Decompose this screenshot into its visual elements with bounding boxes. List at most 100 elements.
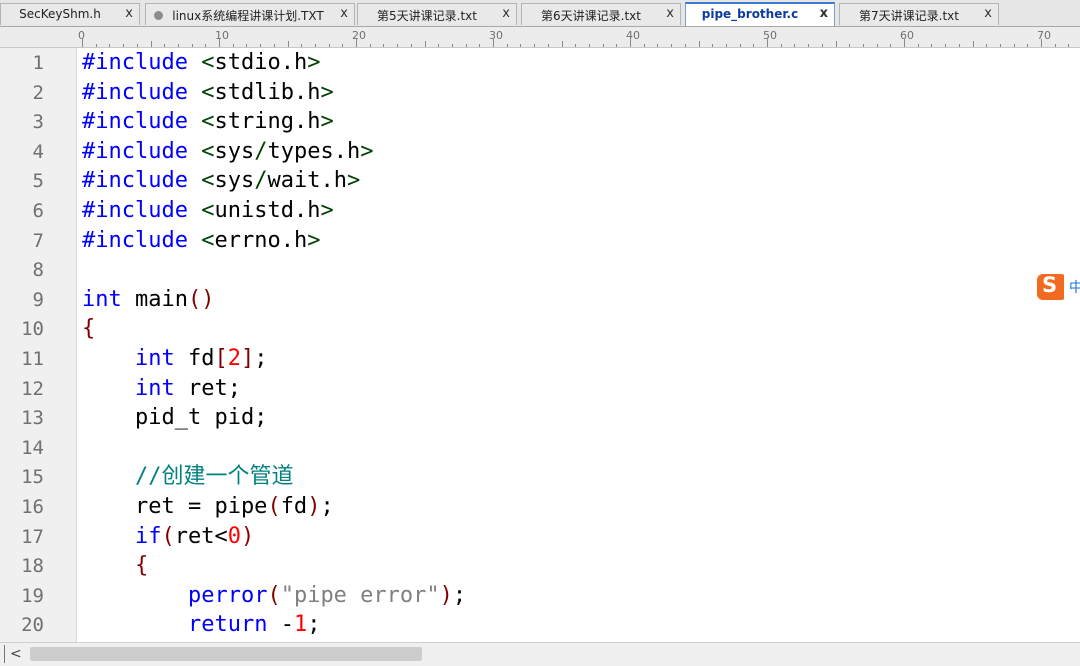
code-line[interactable]: #include <sys/types.h> xyxy=(82,137,373,167)
ruler-label: 40 xyxy=(626,29,640,42)
code-token: #include xyxy=(82,138,202,164)
code-editor[interactable]: #include <stdio.h> #include <stdlib.h> #in… xyxy=(82,48,1080,642)
code-token: pid_t pid; xyxy=(82,405,268,431)
tab-4[interactable]: pipe_brother.c x xyxy=(685,2,835,26)
ruler-tick xyxy=(684,44,686,47)
tab-0[interactable]: SecKeyShm.h x xyxy=(0,3,140,25)
code-line[interactable]: ret = pipe(fd); xyxy=(82,492,334,522)
tab-1[interactable]: linux系统编程讲课计划.TXT x xyxy=(145,3,355,25)
code-token: #include xyxy=(82,79,202,105)
scroll-left-arrow-icon[interactable]: < xyxy=(10,646,22,662)
tab-label: 第7天讲课记录.txt xyxy=(859,9,959,23)
code-token: < xyxy=(201,138,215,164)
code-line[interactable]: #include <sys/wait.h> xyxy=(82,166,360,196)
ruler-tick xyxy=(945,44,947,47)
close-tab-icon[interactable]: x xyxy=(340,6,348,21)
code-token: int xyxy=(82,286,122,312)
tab-label: 第5天讲课记录.txt xyxy=(377,9,477,23)
code-line[interactable]: #include <string.h> xyxy=(82,107,334,137)
code-line[interactable]: if(ret<0) xyxy=(82,522,254,552)
line-number: 18 xyxy=(21,555,44,578)
tab-bar: SecKeyShm.h x linux系统编程讲课计划.TXT x 第5天讲课记录.tx… xyxy=(0,0,1080,27)
ruler-tick xyxy=(191,44,193,47)
ruler-tick xyxy=(698,41,700,47)
code-line[interactable]: { xyxy=(82,551,148,581)
line-number: 13 xyxy=(21,407,44,430)
code-token: { xyxy=(134,553,149,579)
code-line[interactable]: #include <stdlib.h> xyxy=(82,78,334,108)
line-number: 19 xyxy=(21,584,44,607)
ruler-tick xyxy=(1013,44,1015,47)
close-tab-icon[interactable]: x xyxy=(666,6,674,21)
line-number: 9 xyxy=(32,288,44,311)
ruler-tick xyxy=(876,44,878,47)
ruler-tick xyxy=(109,44,111,47)
close-tab-icon[interactable]: x xyxy=(125,6,133,21)
tab-3[interactable]: 第6天讲课记录.txt x xyxy=(521,3,681,25)
code-token: . xyxy=(280,227,294,253)
code-line[interactable]: int main() xyxy=(82,285,214,315)
code-line[interactable]: pid_t pid; xyxy=(82,403,267,433)
code-line[interactable]: int fd[2]; xyxy=(82,344,268,374)
ruler-label: 60 xyxy=(900,29,914,42)
ime-language-label: 中 xyxy=(1069,280,1080,296)
code-token: ; xyxy=(307,612,321,638)
code-token: ) xyxy=(439,582,453,608)
ruler-tick xyxy=(972,41,974,47)
code-token: h xyxy=(307,79,321,105)
line-number: 12 xyxy=(21,377,44,400)
ruler-tick xyxy=(397,44,399,47)
close-tab-icon[interactable]: x xyxy=(820,6,828,21)
ruler-label: 70 xyxy=(1037,29,1051,42)
code-token: ( xyxy=(267,494,281,519)
code-line[interactable]: perror("pipe error"); xyxy=(82,581,466,611)
code-token: #include xyxy=(82,227,202,253)
tab-2[interactable]: 第5天讲课记录.txt x xyxy=(357,3,517,25)
ruler-tick xyxy=(410,44,412,47)
line-number: 8 xyxy=(32,259,44,282)
code-line[interactable]: //创建一个管道 xyxy=(82,462,294,492)
code-token: wait xyxy=(267,168,321,194)
ruler-tick xyxy=(1027,44,1029,47)
ruler-tick xyxy=(835,41,837,47)
code-token: string xyxy=(214,109,294,135)
close-tab-icon[interactable]: x xyxy=(984,6,992,21)
code-token: ( xyxy=(267,582,281,608)
ruler-label: 10 xyxy=(215,29,229,42)
ime-indicator[interactable]: S 中 xyxy=(1035,272,1080,302)
code-line[interactable]: #include <errno.h> xyxy=(82,226,320,256)
ruler-tick xyxy=(958,44,960,47)
code-line[interactable]: { xyxy=(82,314,95,344)
line-number: 1 xyxy=(32,52,44,74)
code-token: ; xyxy=(254,346,268,371)
line-number: 11 xyxy=(21,348,44,370)
code-token: > xyxy=(360,138,374,164)
code-token: if xyxy=(134,523,162,549)
code-token: return xyxy=(187,612,268,638)
code-token: 1 xyxy=(293,612,308,638)
ruler-tick xyxy=(931,44,933,47)
ruler-tick xyxy=(246,44,248,47)
close-tab-icon[interactable]: x xyxy=(502,6,510,21)
ruler-tick xyxy=(534,44,536,47)
code-line[interactable]: return -1; xyxy=(82,610,320,640)
code-token: < xyxy=(201,198,215,223)
code-line[interactable]: #include <stdio.h> xyxy=(82,48,320,78)
code-token: . xyxy=(293,109,308,135)
tab-5[interactable]: 第7天讲课记录.txt x xyxy=(839,3,999,25)
horizontal-scrollbar[interactable]: < xyxy=(0,642,1080,666)
code-token: h xyxy=(307,109,321,135)
ruler-tick xyxy=(205,44,207,47)
ruler-tick xyxy=(136,44,138,47)
code-token: 2 xyxy=(227,346,241,371)
ruler-tick xyxy=(424,41,426,47)
scrollbar-thumb[interactable] xyxy=(30,647,422,661)
ruler-tick xyxy=(712,44,714,47)
code-token: fd xyxy=(280,494,308,519)
code-line[interactable]: #include <unistd.h> xyxy=(82,196,334,226)
code-line[interactable]: int ret; xyxy=(82,374,241,404)
